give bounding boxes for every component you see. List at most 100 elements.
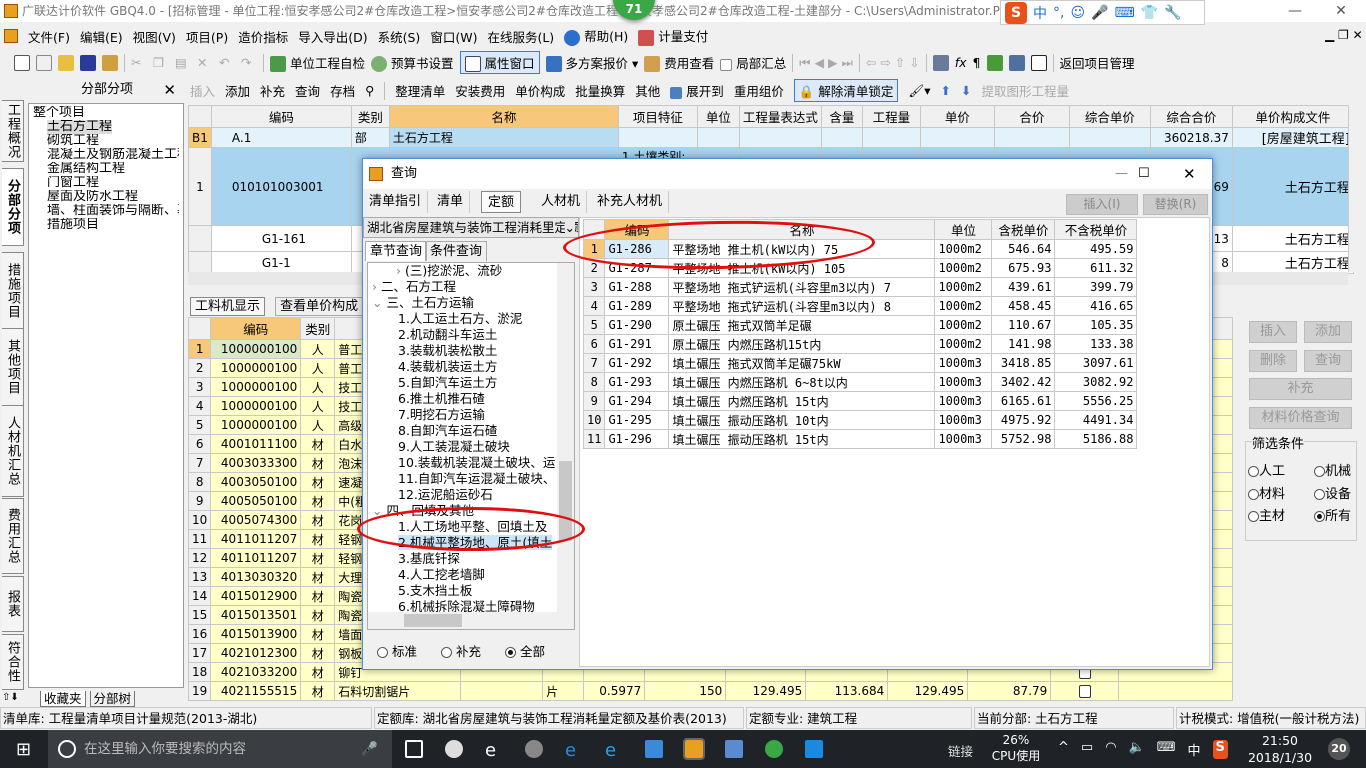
- emoji-icon[interactable]: ☺: [1070, 5, 1085, 21]
- reuse-price-menu[interactable]: 重用组价: [734, 81, 784, 100]
- column-header[interactable]: 工程量表达式: [738, 105, 822, 128]
- close-button[interactable]: ✕: [1318, 0, 1364, 22]
- quota-cell[interactable]: 133.38: [1054, 334, 1138, 354]
- sogou-tray-icon[interactable]: S: [1212, 740, 1228, 759]
- resource-cell[interactable]: 4003050100: [210, 472, 302, 492]
- resource-cell[interactable]: 材: [300, 681, 336, 701]
- menu-cost-index[interactable]: 造价指标: [238, 27, 288, 46]
- bill-cell[interactable]: 土石方工程: [1231, 147, 1354, 226]
- quota-cell[interactable]: 1000m2: [934, 296, 993, 316]
- quota-cell[interactable]: 填土碾压 拖式双筒羊足碾75kW: [668, 353, 936, 373]
- bill-cell[interactable]: [861, 127, 921, 148]
- chapter-tree-item[interactable]: 4.装载机装运土方: [368, 359, 574, 375]
- quota-cell[interactable]: 填土碾压 振动压路机 15t内: [668, 429, 936, 449]
- column-header[interactable]: 工程量: [861, 105, 921, 128]
- menu-view[interactable]: 视图(V): [133, 27, 176, 46]
- resource-cell[interactable]: 人: [300, 339, 336, 359]
- mic-icon[interactable]: 🎤: [1091, 5, 1108, 21]
- quota-cell[interactable]: 546.64: [991, 239, 1056, 259]
- tab-resources[interactable]: 人材机汇总: [2, 405, 24, 497]
- mdi-controls[interactable]: ▁ ❐ ✕: [1325, 28, 1363, 42]
- top-grid-scrollbar[interactable]: [1348, 105, 1366, 272]
- tree-item[interactable]: 土石方工程: [47, 120, 113, 134]
- dialog-replace-button[interactable]: 替换(R): [1143, 194, 1208, 215]
- chapter-tree-item[interactable]: 11.自卸汽车运混凝土破块、: [368, 471, 574, 487]
- resource-cell[interactable]: 4005050100: [210, 491, 302, 511]
- bill-cell[interactable]: 土石方工程: [1231, 251, 1354, 274]
- quota-cell[interactable]: 8: [582, 372, 606, 392]
- resource-insert-button[interactable]: 插入: [1249, 321, 1297, 343]
- resource-cell[interactable]: 18: [187, 662, 212, 682]
- quota-row[interactable]: 10 G1-295 填土碾压 振动压路机 10t内 1000m3 4975.92 4491…: [582, 410, 1138, 430]
- add-menu[interactable]: 添加: [225, 81, 250, 100]
- resource-cell[interactable]: 材: [300, 643, 336, 663]
- ie-blue-icon[interactable]: e: [605, 740, 623, 761]
- column-header[interactable]: [188, 105, 212, 128]
- green-app-icon[interactable]: [765, 740, 783, 758]
- resource-cell[interactable]: 人: [300, 358, 336, 378]
- resource-cell[interactable]: 材: [300, 472, 336, 492]
- cube-icon[interactable]: [986, 54, 1003, 71]
- bill-cell[interactable]: [820, 127, 863, 148]
- column-header[interactable]: 单价构成文件: [1231, 105, 1354, 128]
- quota-cell[interactable]: G1-294: [604, 391, 670, 411]
- resource-cell[interactable]: 113.684: [805, 681, 889, 701]
- sogou-icon[interactable]: S: [1005, 1, 1027, 24]
- resource-cell[interactable]: 1000000100: [210, 396, 302, 416]
- tab-sections[interactable]: 分部分项: [2, 168, 24, 246]
- print-icon[interactable]: [1008, 54, 1025, 71]
- resource-cell[interactable]: 人: [300, 415, 336, 435]
- resource-cell[interactable]: 19: [187, 681, 212, 701]
- quota-cell[interactable]: 1000m3: [934, 372, 993, 392]
- quota-cell[interactable]: G1-296: [604, 429, 670, 449]
- chapter-tree-item[interactable]: 3.装载机装松散土: [368, 343, 574, 359]
- resource-cell[interactable]: 4021155515: [210, 681, 302, 701]
- menu-edit[interactable]: 编辑(E): [80, 27, 123, 46]
- tree-root[interactable]: 整个项目: [33, 106, 179, 120]
- search-box[interactable]: 在这里输入你要搜索的内容 🎤: [48, 730, 392, 768]
- quota-cell[interactable]: 105.35: [1054, 315, 1138, 335]
- quota-cell[interactable]: G1-289: [604, 296, 670, 316]
- quota-cell[interactable]: 原土碾压 拖式双筒羊足碾: [668, 315, 936, 335]
- menu-window[interactable]: 窗口(W): [430, 27, 477, 46]
- chapter-tree-item[interactable]: › 二、石方工程: [368, 279, 574, 295]
- resource-cell[interactable]: 9: [187, 491, 212, 511]
- touch-keyboard-icon[interactable]: ⌨: [1157, 740, 1176, 759]
- resource-cell[interactable]: 87.79: [967, 681, 1052, 701]
- return-project-button[interactable]: 返回项目管理: [1060, 53, 1135, 72]
- bill-cell[interactable]: 1: [188, 147, 212, 226]
- task-view-icon[interactable]: [405, 740, 423, 758]
- tree-item[interactable]: 混凝土及钢筋混凝土工程: [33, 148, 179, 162]
- filter-main-material[interactable]: 主材: [1248, 505, 1285, 524]
- chapter-tree-item[interactable]: 3.基底钎探: [368, 551, 574, 567]
- save-all-icon[interactable]: [102, 54, 118, 71]
- batch-convert-menu[interactable]: 批量换算: [575, 81, 625, 100]
- column-header[interactable]: 单位: [696, 105, 740, 128]
- tab-overview[interactable]: 工程概况: [2, 100, 24, 162]
- resource-cell[interactable]: 17: [187, 643, 212, 663]
- extract-quantity-button[interactable]: 提取图形工程量: [982, 81, 1070, 100]
- fan-app-icon[interactable]: [445, 740, 463, 758]
- resource-cell[interactable]: 材: [300, 548, 336, 568]
- chapter-tree-item[interactable]: 4.人工挖老墙脚: [368, 567, 574, 583]
- resource-cell[interactable]: 4015012900: [210, 586, 302, 606]
- resource-cell[interactable]: 4: [187, 396, 212, 416]
- resource-cell[interactable]: 材: [300, 510, 336, 530]
- resource-add-button[interactable]: 添加: [1304, 321, 1352, 343]
- quota-cell[interactable]: G1-291: [604, 334, 670, 354]
- self-check-button[interactable]: 单位工程自检: [270, 53, 365, 73]
- insert-menu[interactable]: 插入: [190, 81, 215, 100]
- quota-cell[interactable]: 4975.92: [991, 410, 1056, 430]
- quota-cell[interactable]: 6: [582, 334, 606, 354]
- chapter-tree-vscroll[interactable]: [557, 263, 574, 613]
- quota-cell[interactable]: 1000m3: [934, 353, 993, 373]
- resource-cell[interactable]: 4015013900: [210, 624, 302, 644]
- install-fee-menu[interactable]: 安装费用: [455, 81, 505, 100]
- quota-cell[interactable]: 填土碾压 内燃压路机 6~8t以内: [668, 372, 936, 392]
- quota-cell[interactable]: 3082.92: [1054, 372, 1138, 392]
- quota-cell[interactable]: 1000m2: [934, 334, 993, 354]
- quota-library-select[interactable]: 湖北省房屋建筑与装饰工程消耗里定额及基价表(2013) ⌄: [363, 217, 579, 238]
- tab-measures[interactable]: 措施项目: [2, 252, 24, 330]
- tree-item[interactable]: 砌筑工程: [33, 134, 179, 148]
- new-template-icon[interactable]: [36, 54, 52, 71]
